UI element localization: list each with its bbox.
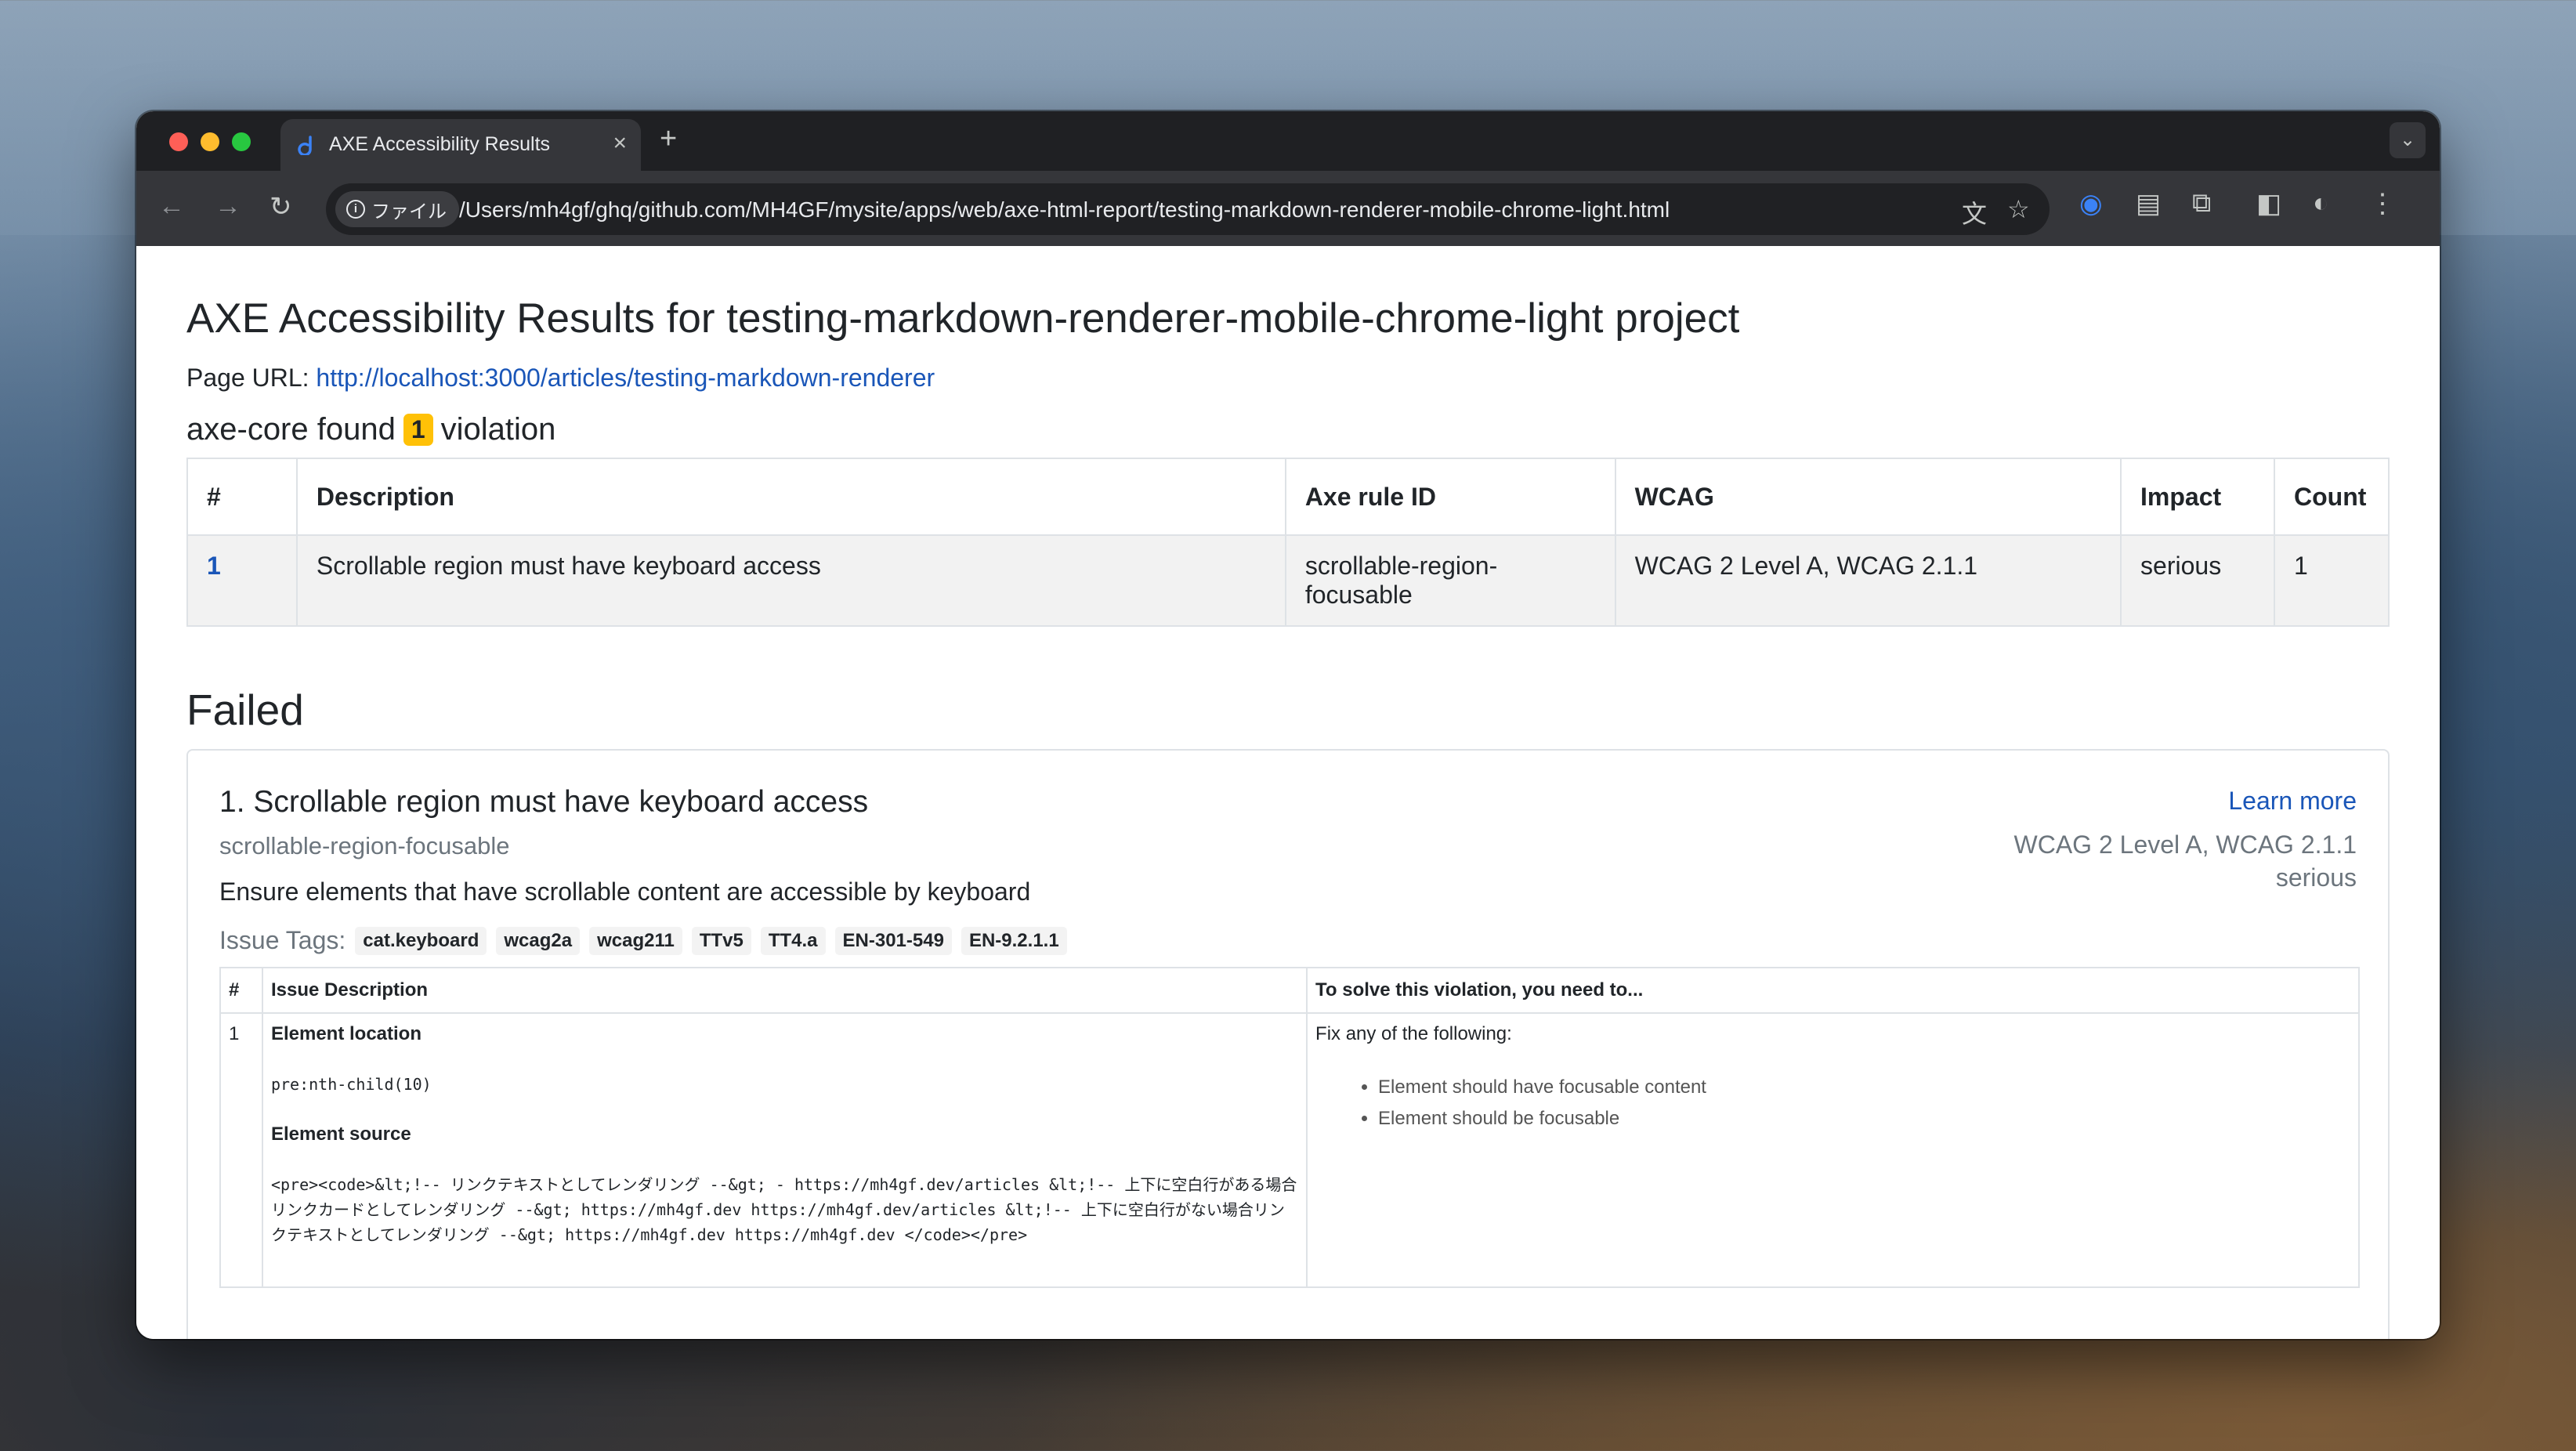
close-window-button[interactable] [169,132,188,151]
row-description: Scrollable region must have keyboard acc… [295,534,1286,627]
extension-clipboard-icon[interactable]: ▤ [2136,188,2161,219]
zoom-window-button[interactable] [232,132,251,151]
minimize-window-button[interactable] [201,132,219,151]
chip-label: ファイル [371,201,447,223]
extensions-puzzle-icon[interactable]: ⧉ [2192,188,2211,219]
issue-tags-label: Issue Tags: [219,926,346,954]
tag-badge: EN-301-549 [834,926,952,955]
element-source-label: Element source [270,1124,411,1145]
translate-icon[interactable]: 文 [1962,194,1987,230]
side-panel-icon[interactable]: ◧ [2256,188,2281,219]
violation-card: 1. Scrollable region must have keyboard … [186,749,2390,1339]
tag-badge: EN-9.2.1.1 [961,926,1067,955]
tag-badge: wcag2a [496,926,581,955]
issue-tags: Issue Tags: cat.keyboard wcag2a wcag211 … [219,926,1067,955]
detail-header-index: # [219,967,263,1014]
violation-description: Ensure elements that have scrollable con… [219,877,1031,906]
table-row: 1 Scrollable region must have keyboard a… [186,534,2390,627]
summary-header-row: # Description Axe rule ID WCAG Impact Co… [186,458,2390,536]
element-location-value: pre:nth-child(10) [270,1075,432,1094]
found-suffix: violation [440,412,556,447]
found-prefix: axe-core found [186,412,396,447]
table-row: 1 Element location pre:nth-child(10) Ele… [219,1012,2360,1288]
address-bar[interactable]: i ファイル /Users/mh4gf/ghq/github.com/MH4GF… [326,183,2050,235]
violation-rule-id: scrollable-region-focusable [219,832,510,859]
browser-menu-icon[interactable]: ⋮ [2369,188,2396,219]
violation-count-badge: 1 [403,414,433,446]
violations-summary-table: # Description Axe rule ID WCAG Impact Co… [186,458,2390,627]
fix-intro: Fix any of the following: [1315,1023,1512,1044]
site-info-chip[interactable]: i ファイル [335,191,459,227]
tag-badge: TT4.a [760,926,826,955]
learn-more-link[interactable]: Learn more [2228,787,2357,816]
reload-button[interactable]: ↻ [270,191,292,223]
violation-summary: axe-core found 1 violation [186,412,555,447]
detail-header-solution: To solve this violation, you need to... [1306,967,2360,1014]
back-button[interactable]: ← [158,191,185,222]
site-favicon-icon [298,136,312,155]
browser-window: AXE Accessibility Results × + ⌄ ← → ↻ i … [136,111,2440,1339]
info-icon: i [346,200,365,219]
summary-header-rule: Axe rule ID [1284,458,1616,536]
tag-badge: cat.keyboard [355,926,487,955]
row-rule-id: scrollable-region-focusable [1284,534,1616,627]
page-url-link[interactable]: http://localhost:3000/articles/testing-m… [316,364,935,392]
tag-badge: wcag211 [589,926,682,955]
violation-wcag: WCAG 2 Level A, WCAG 2.1.1 [2013,830,2357,859]
page-url-line: Page URL: http://localhost:3000/articles… [186,364,935,393]
element-location-label: Element location [270,1023,422,1044]
tag-badge: TTv5 [691,926,751,955]
address-url[interactable]: /Users/mh4gf/ghq/github.com/MH4GF/mysite… [459,197,1670,223]
tab-title: AXE Accessibility Results [329,133,551,155]
tab-search-button[interactable]: ⌄ [2390,122,2426,158]
row-count: 1 [2273,534,2390,627]
detail-header-issue: Issue Description [261,967,1308,1014]
summary-header-description: Description [295,458,1286,536]
profile-avatar-icon[interactable]: ◐ [2313,188,2329,219]
list-item: Element should be focusable [1378,1103,2350,1134]
summary-header-wcag: WCAG [1614,458,2122,536]
summary-header-index: # [186,458,298,536]
password-manager-icon[interactable]: ◉ [2079,188,2103,219]
violation-detail-table: # Issue Description To solve this violat… [219,967,2360,1288]
detail-issue-cell: Element location pre:nth-child(10) Eleme… [261,1012,1308,1288]
row-index-link[interactable]: 1 [186,534,298,627]
tab-close-icon[interactable]: × [613,130,627,157]
page-url-label: Page URL: [186,364,309,392]
row-impact: serious [2120,534,2275,627]
detail-solution-cell: Fix any of the following: Element should… [1306,1012,2360,1288]
tab-axe-results[interactable]: AXE Accessibility Results × [280,119,641,171]
violation-impact: serious [2275,863,2357,892]
tab-bar: AXE Accessibility Results × + ⌄ [136,111,2440,171]
summary-header-count: Count [2273,458,2390,536]
new-tab-button[interactable]: + [660,122,677,156]
fix-list: Element should have focusable content El… [1378,1072,2350,1134]
bookmark-star-icon[interactable]: ☆ [2007,194,2030,224]
element-source-value: <pre><code>&lt;!-- リンクテキストとしてレンダリング --&g… [270,1175,1297,1244]
failed-heading: Failed [186,686,304,734]
detail-index: 1 [219,1012,263,1288]
page-content: AXE Accessibility Results for testing-ma… [136,246,2440,1339]
violation-title: 1. Scrollable region must have keyboard … [219,785,869,819]
list-item: Element should have focusable content [1378,1072,2350,1103]
forward-button[interactable]: → [215,191,241,222]
row-wcag: WCAG 2 Level A, WCAG 2.1.1 [1614,534,2122,627]
summary-header-impact: Impact [2120,458,2275,536]
browser-toolbar: ← → ↻ i ファイル /Users/mh4gf/ghq/github.com… [136,171,2440,246]
page-title: AXE Accessibility Results for testing-ma… [186,295,1740,342]
detail-header-row: # Issue Description To solve this violat… [219,967,2360,1014]
